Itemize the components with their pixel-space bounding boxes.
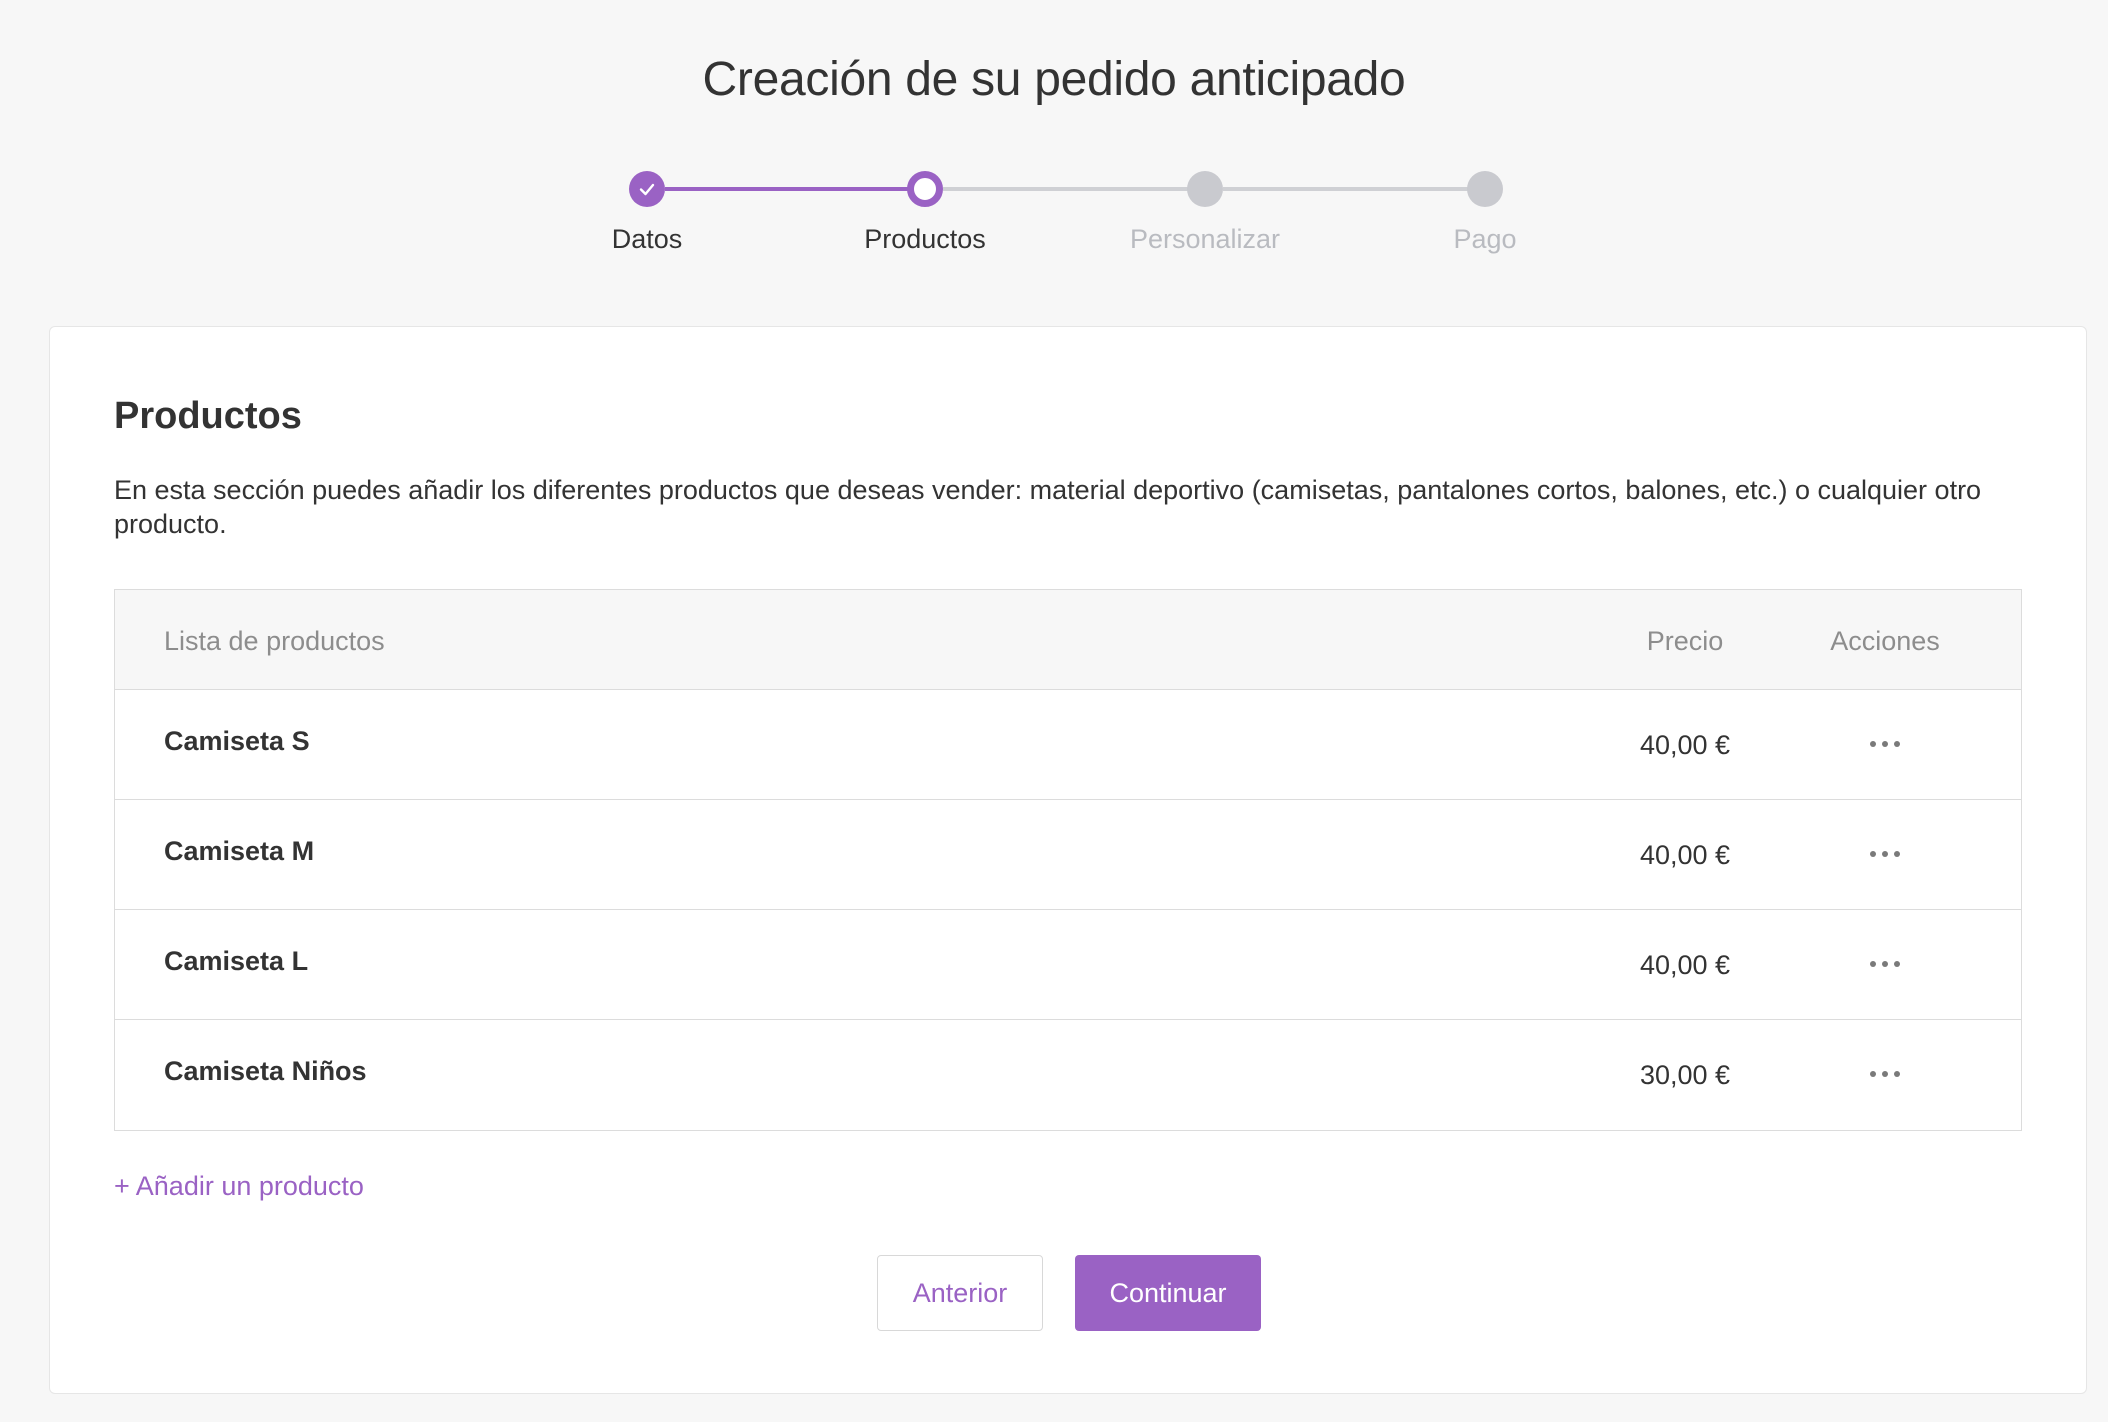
step-connector-1	[665, 187, 925, 191]
table-header: Lista de productos Precio Acciones	[115, 590, 2021, 690]
continue-button[interactable]: Continuar	[1075, 1255, 1261, 1331]
section-title: Productos	[114, 395, 302, 437]
table-row: Camiseta M 40,00 €	[115, 800, 2021, 910]
product-name: Camiseta Niños	[164, 1056, 367, 1086]
product-price: 40,00 €	[1639, 950, 1731, 980]
product-price: 30,00 €	[1639, 1060, 1731, 1090]
product-price: 40,00 €	[1639, 730, 1731, 760]
step-pago-indicator	[1467, 171, 1503, 207]
step-label-datos[interactable]: Datos	[527, 224, 767, 255]
step-connector-2	[943, 187, 1205, 191]
products-table: Lista de productos Precio Acciones Camis…	[114, 589, 2022, 1131]
step-personalizar-indicator	[1187, 171, 1223, 207]
product-name: Camiseta L	[164, 946, 309, 976]
row-actions-button[interactable]	[1845, 722, 1925, 766]
more-options-icon	[1870, 741, 1900, 747]
step-datos-indicator[interactable]	[629, 171, 665, 207]
product-price: 40,00 €	[1639, 840, 1731, 870]
row-actions-button[interactable]	[1845, 1052, 1925, 1096]
more-options-icon	[1870, 961, 1900, 967]
step-label-pago: Pago	[1453, 224, 1517, 254]
header-actions: Acciones	[1830, 626, 1940, 656]
more-options-icon	[1870, 851, 1900, 857]
table-row: Camiseta S 40,00 €	[115, 690, 2021, 800]
product-name: Camiseta M	[164, 836, 315, 866]
section-description: En esta sección puedes añadir los difere…	[114, 475, 1982, 539]
header-product-list: Lista de productos	[164, 626, 385, 656]
table-row: Camiseta L 40,00 €	[115, 910, 2021, 1020]
header-price: Precio	[1646, 626, 1724, 656]
table-row: Camiseta Niños 30,00 €	[115, 1020, 2021, 1130]
step-label-personalizar: Personalizar	[1129, 224, 1281, 254]
add-product-link[interactable]: + Añadir un producto	[114, 1171, 364, 1202]
page-title: Creación de su pedido anticipado	[702, 53, 1406, 106]
products-card: Productos En esta sección puedes añadir …	[49, 326, 2087, 1394]
more-options-icon	[1870, 1071, 1900, 1077]
check-icon	[639, 183, 655, 196]
step-productos-indicator[interactable]	[907, 171, 943, 207]
step-connector-3	[1223, 187, 1485, 191]
row-actions-button[interactable]	[1845, 832, 1925, 876]
step-label-productos[interactable]: Productos	[805, 224, 1045, 255]
product-name: Camiseta S	[164, 726, 310, 756]
previous-button[interactable]: Anterior	[877, 1255, 1043, 1331]
row-actions-button[interactable]	[1845, 942, 1925, 986]
